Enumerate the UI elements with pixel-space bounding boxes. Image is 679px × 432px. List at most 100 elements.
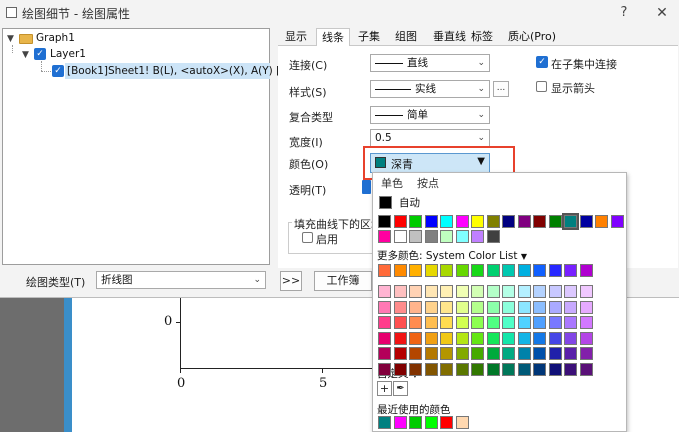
color-swatch[interactable] — [378, 285, 391, 298]
eyedropper-icon[interactable]: ✒ — [393, 381, 408, 396]
color-swatch[interactable] — [533, 285, 546, 298]
help-button[interactable]: ? — [614, 3, 634, 23]
tree-item-plot[interactable]: [Book1]Sheet1! B(L), <autoX>(X), A(Y) [1 — [67, 65, 287, 77]
color-swatch[interactable] — [564, 285, 577, 298]
color-swatch[interactable] — [409, 230, 422, 243]
color-swatch[interactable] — [393, 230, 407, 243]
color-swatch[interactable] — [517, 316, 531, 329]
color-swatch[interactable] — [409, 331, 422, 345]
color-swatch[interactable] — [440, 331, 453, 345]
add-color-icon[interactable]: + — [377, 381, 392, 396]
collapse-icon[interactable]: ▼ — [22, 50, 29, 60]
recent-color-swatch[interactable] — [393, 416, 407, 429]
color-swatch[interactable] — [409, 285, 422, 298]
tab-centroid[interactable]: 质心(Pro) — [503, 28, 561, 46]
color-swatch[interactable] — [548, 347, 562, 360]
color-swatch[interactable] — [548, 215, 562, 228]
color-swatch[interactable] — [548, 316, 562, 329]
close-button[interactable]: ✕ — [652, 3, 672, 23]
color-swatch[interactable] — [378, 215, 391, 228]
color-swatch[interactable] — [517, 264, 531, 277]
color-swatch[interactable] — [409, 347, 422, 360]
color-swatch[interactable] — [548, 300, 562, 314]
color-swatch[interactable] — [533, 215, 546, 228]
color-swatch[interactable] — [517, 285, 531, 298]
plot-checkbox[interactable]: ✓ — [52, 65, 64, 77]
color-swatch[interactable] — [393, 316, 407, 329]
color-swatch[interactable] — [471, 347, 484, 360]
tab-group[interactable]: 组图 — [390, 28, 422, 46]
color-swatch[interactable] — [378, 331, 391, 345]
color-swatch[interactable] — [455, 347, 469, 360]
color-swatch[interactable] — [564, 316, 577, 329]
tab-display[interactable]: 显示 — [280, 28, 312, 46]
color-swatch[interactable] — [440, 230, 453, 243]
color-swatch[interactable] — [579, 215, 593, 228]
color-swatch[interactable] — [378, 362, 391, 376]
color-swatch[interactable] — [486, 362, 500, 376]
color-swatch[interactable] — [409, 300, 422, 314]
color-swatch[interactable] — [517, 300, 531, 314]
color-swatch[interactable] — [440, 300, 453, 314]
tab-line[interactable]: 线条 — [316, 28, 350, 46]
color-swatch[interactable] — [378, 347, 391, 360]
color-select[interactable]: 深青 ▼ — [370, 153, 490, 173]
color-swatch[interactable] — [579, 300, 593, 314]
color-swatch[interactable] — [564, 300, 577, 314]
color-swatch[interactable] — [471, 331, 484, 345]
color-swatch[interactable] — [378, 300, 391, 314]
color-swatch[interactable] — [440, 264, 453, 277]
color-swatch[interactable] — [424, 230, 438, 243]
color-swatch[interactable] — [502, 264, 515, 277]
color-swatch[interactable] — [548, 264, 562, 277]
color-swatch[interactable] — [424, 316, 438, 329]
tab-subset[interactable]: 子集 — [353, 28, 385, 46]
color-swatch[interactable] — [486, 331, 500, 345]
color-swatch[interactable] — [533, 347, 546, 360]
color-swatch[interactable] — [409, 362, 422, 376]
color-swatch[interactable] — [486, 300, 500, 314]
color-swatch[interactable] — [579, 362, 593, 376]
color-swatch[interactable] — [548, 285, 562, 298]
color-swatch[interactable] — [486, 285, 500, 298]
color-swatch[interactable] — [517, 347, 531, 360]
color-swatch[interactable] — [409, 316, 422, 329]
color-swatch[interactable] — [548, 362, 562, 376]
recent-color-swatch[interactable] — [378, 416, 391, 429]
color-swatch[interactable] — [409, 215, 422, 228]
color-swatch[interactable] — [517, 331, 531, 345]
style-more-button[interactable]: ... — [493, 81, 509, 97]
color-swatch[interactable] — [424, 331, 438, 345]
color-swatch[interactable] — [471, 285, 484, 298]
tab-by-point[interactable]: 按点 — [417, 175, 439, 191]
collapse-icon[interactable]: ▼ — [7, 34, 14, 44]
color-swatch[interactable] — [393, 285, 407, 298]
color-swatch[interactable] — [378, 230, 391, 243]
color-swatch[interactable] — [471, 230, 484, 243]
fill-enable-checkbox[interactable] — [302, 232, 313, 243]
color-swatch[interactable] — [393, 300, 407, 314]
recent-color-swatch[interactable] — [409, 416, 422, 429]
color-swatch[interactable] — [409, 264, 422, 277]
auto-label[interactable]: 自动 — [399, 195, 420, 210]
color-swatch[interactable] — [579, 331, 593, 345]
color-swatch[interactable] — [548, 331, 562, 345]
show-arrow-checkbox[interactable] — [536, 81, 547, 92]
color-swatch[interactable] — [393, 264, 407, 277]
color-swatch[interactable] — [424, 300, 438, 314]
auto-color-swatch[interactable] — [379, 196, 392, 209]
color-swatch[interactable] — [486, 347, 500, 360]
color-swatch[interactable] — [440, 316, 453, 329]
transparency-slider[interactable] — [362, 180, 371, 194]
color-swatch[interactable] — [502, 316, 515, 329]
color-swatch[interactable] — [440, 362, 453, 376]
tree-item-graph[interactable]: Graph1 — [36, 32, 75, 44]
color-swatch[interactable] — [393, 215, 407, 228]
style-select[interactable]: 实线 ⌄ — [370, 80, 490, 98]
color-swatch[interactable] — [471, 264, 484, 277]
color-swatch[interactable] — [455, 362, 469, 376]
color-swatch[interactable] — [579, 264, 593, 277]
color-swatch[interactable] — [440, 285, 453, 298]
color-swatch[interactable] — [502, 285, 515, 298]
color-swatch[interactable] — [424, 362, 438, 376]
